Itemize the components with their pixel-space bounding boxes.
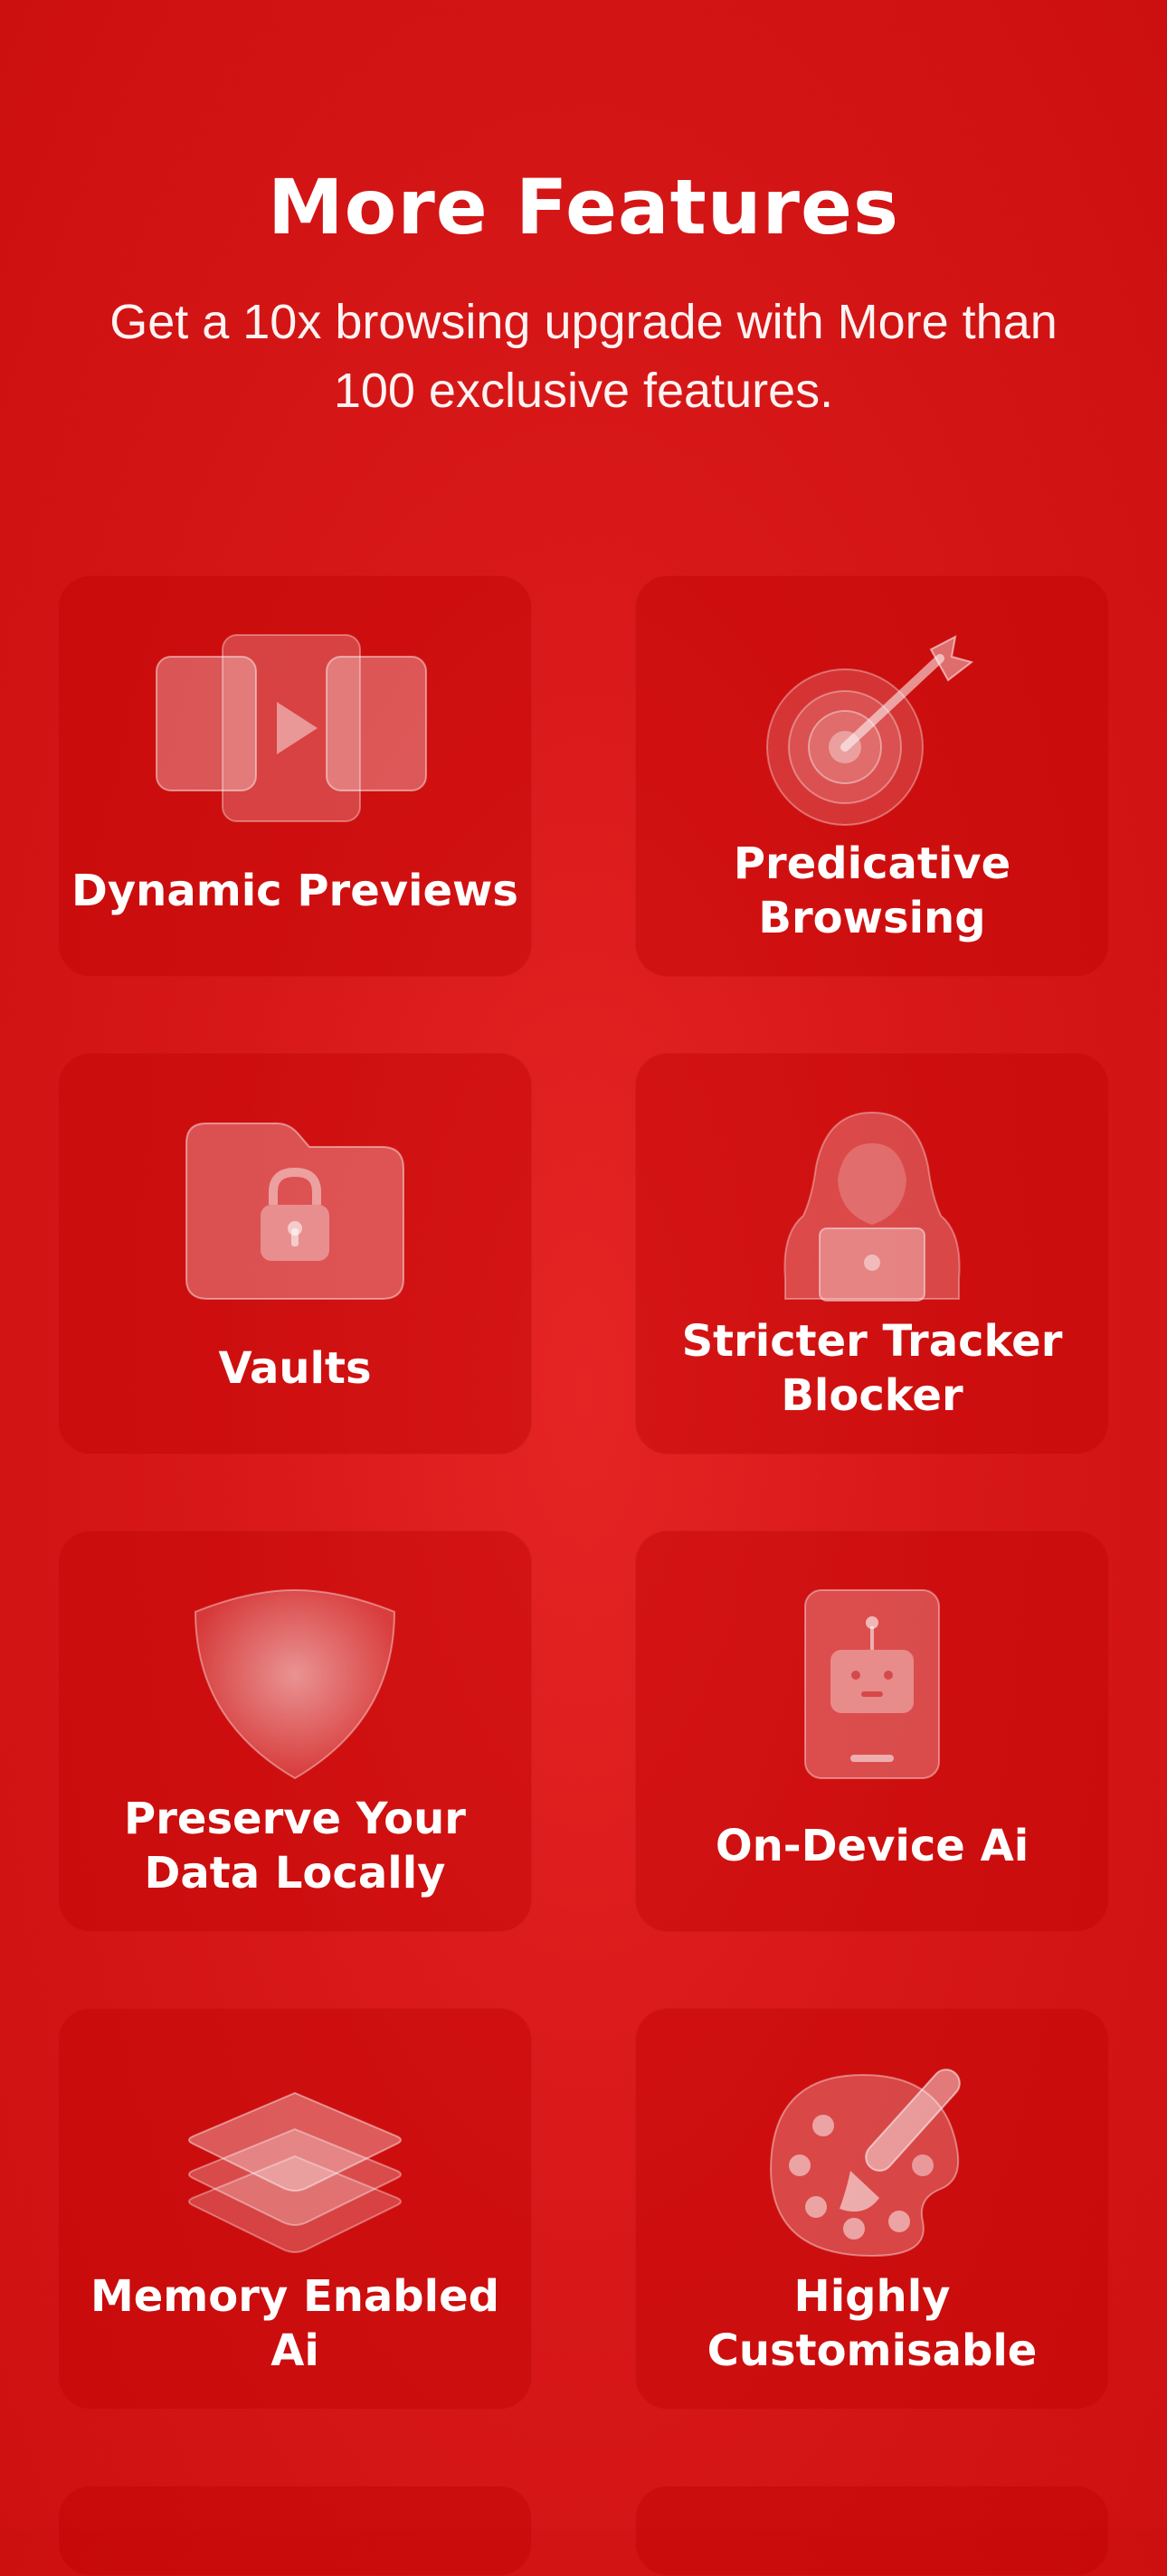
feature-label: Highly Customisable bbox=[707, 2271, 1038, 2376]
feature-label: Dynamic Previews bbox=[71, 866, 518, 916]
page-title: More Features bbox=[268, 163, 899, 251]
target-icon bbox=[635, 630, 1109, 829]
next-row-partial bbox=[58, 2486, 1109, 2576]
palette-icon bbox=[635, 2062, 1109, 2261]
feature-card-vaults[interactable]: Vaults bbox=[58, 1053, 532, 1454]
feature-label: Vaults bbox=[218, 1343, 372, 1394]
hacker-icon bbox=[635, 1107, 1109, 1306]
feature-label: Preserve Your Data Locally bbox=[124, 1794, 466, 1899]
feature-card-on-device-ai[interactable]: On-Device Ai bbox=[635, 1530, 1109, 1932]
feature-card-dynamic-previews[interactable]: Dynamic Previews bbox=[58, 575, 532, 977]
page-subtitle: Get a 10x browsing upgrade with More tha… bbox=[109, 295, 1058, 418]
shield-icon bbox=[58, 1585, 532, 1784]
feature-card-predicative-browsing[interactable]: Predicative Browsing bbox=[635, 575, 1109, 977]
feature-card-partial[interactable] bbox=[58, 2486, 532, 2576]
feature-label: On-Device Ai bbox=[715, 1821, 1029, 1871]
feature-label: Memory Enabled Ai bbox=[90, 2271, 500, 2376]
features-grid: Dynamic Previews Predicative Browsing Va… bbox=[58, 575, 1109, 2410]
feature-label: Predicative Browsing bbox=[733, 838, 1011, 943]
layers-icon bbox=[58, 2062, 532, 2261]
feature-card-partial[interactable] bbox=[635, 2486, 1109, 2576]
video-cards-icon bbox=[58, 630, 532, 829]
feature-card-stricter-tracker-blocker[interactable]: Stricter Tracker Blocker bbox=[635, 1053, 1109, 1454]
feature-label: Stricter Tracker Blocker bbox=[681, 1316, 1063, 1421]
feature-card-highly-customisable[interactable]: Highly Customisable bbox=[635, 2008, 1109, 2410]
phone-robot-icon bbox=[635, 1585, 1109, 1784]
feature-card-preserve-data-locally[interactable]: Preserve Your Data Locally bbox=[58, 1530, 532, 1932]
feature-card-memory-enabled-ai[interactable]: Memory Enabled Ai bbox=[58, 2008, 532, 2410]
locked-folder-icon bbox=[58, 1107, 532, 1306]
header: More Features Get a 10x browsing upgrade… bbox=[0, 163, 1167, 425]
